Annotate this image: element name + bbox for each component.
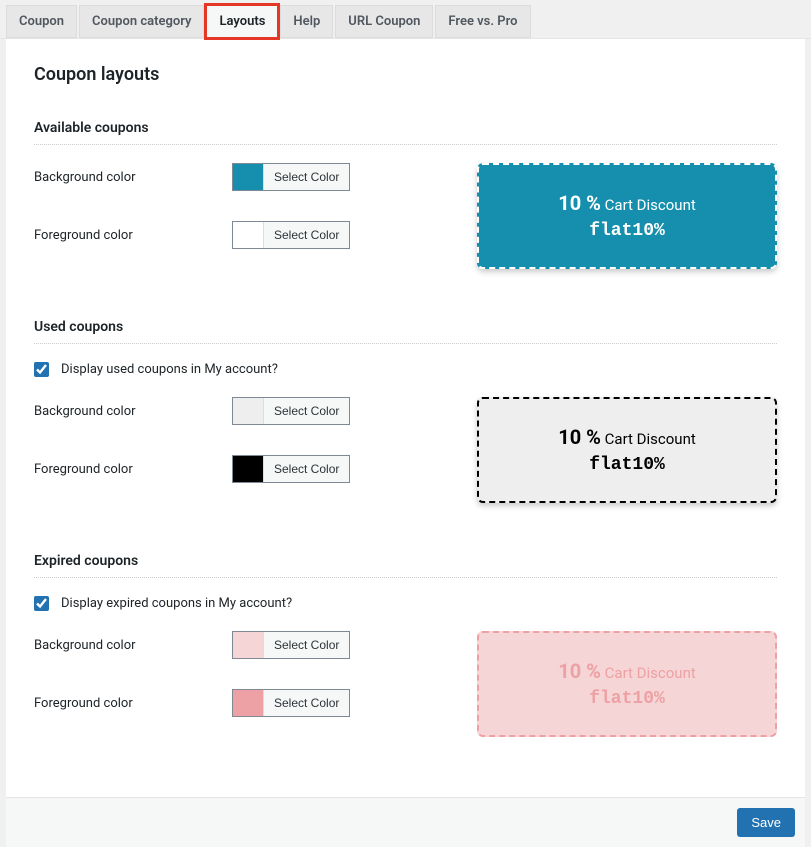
checkbox-expired: Display expired coupons in My account? bbox=[34, 596, 777, 611]
field-label: Foreground color bbox=[34, 696, 232, 711]
save-button[interactable]: Save bbox=[737, 808, 795, 837]
coupon-discount-text: Cart Discount bbox=[605, 664, 696, 682]
section-title-available: Available coupons bbox=[34, 120, 777, 145]
coupon-code: flat10% bbox=[489, 221, 765, 241]
tab-label: Coupon category bbox=[92, 14, 191, 29]
tabs-bar: Coupon Coupon category Layouts Help URL … bbox=[0, 0, 811, 39]
coupon-top-line: 10 % Cart Discount bbox=[489, 659, 765, 683]
section-title-used: Used coupons bbox=[34, 319, 777, 344]
color-swatch[interactable] bbox=[233, 164, 263, 190]
footer-bar: Save bbox=[6, 797, 805, 847]
field-used-bg: Background color Select Color bbox=[34, 397, 437, 425]
field-label: Background color bbox=[34, 170, 232, 185]
checkbox-label: Display used coupons in My account? bbox=[61, 362, 278, 377]
field-expired-bg: Background color Select Color bbox=[34, 631, 437, 659]
tab-layouts[interactable]: Layouts bbox=[206, 5, 278, 38]
settings-panel: Coupon layouts Available coupons Backgro… bbox=[6, 39, 805, 797]
color-swatch[interactable] bbox=[233, 632, 263, 658]
color-picker-expired-bg: Select Color bbox=[232, 631, 350, 659]
page-title: Coupon layouts bbox=[34, 64, 777, 85]
coupon-top-line: 10 % Cart Discount bbox=[489, 425, 765, 449]
tab-coupon-category[interactable]: Coupon category bbox=[79, 5, 204, 38]
field-label: Background color bbox=[34, 638, 232, 653]
section-expired: Expired coupons Display expired coupons … bbox=[34, 553, 777, 747]
tab-free-vs-pro[interactable]: Free vs. Pro bbox=[435, 5, 530, 38]
color-swatch[interactable] bbox=[233, 398, 263, 424]
select-color-button[interactable]: Select Color bbox=[263, 456, 349, 482]
coupon-top-line: 10 % Cart Discount bbox=[489, 191, 765, 215]
color-swatch[interactable] bbox=[233, 222, 263, 248]
coupon-code: flat10% bbox=[489, 689, 765, 709]
checkbox-display-expired[interactable] bbox=[34, 596, 49, 611]
tab-url-coupon[interactable]: URL Coupon bbox=[335, 5, 433, 38]
section-available: Available coupons Background color Selec… bbox=[34, 120, 777, 279]
tab-label: Free vs. Pro bbox=[448, 14, 517, 29]
color-swatch[interactable] bbox=[233, 456, 263, 482]
select-color-button[interactable]: Select Color bbox=[263, 398, 349, 424]
select-color-button[interactable]: Select Color bbox=[263, 690, 349, 716]
field-expired-fg: Foreground color Select Color bbox=[34, 689, 437, 717]
coupon-preview-available: 10 % Cart Discount flat10% bbox=[477, 163, 777, 269]
field-available-fg: Foreground color Select Color bbox=[34, 221, 437, 249]
coupon-code: flat10% bbox=[489, 455, 765, 475]
tab-help[interactable]: Help bbox=[280, 5, 333, 38]
coupon-discount-text: Cart Discount bbox=[605, 430, 696, 448]
section-used: Used coupons Display used coupons in My … bbox=[34, 319, 777, 513]
field-label: Foreground color bbox=[34, 462, 232, 477]
tab-label: Layouts bbox=[219, 14, 265, 29]
select-color-button[interactable]: Select Color bbox=[263, 164, 349, 190]
field-label: Foreground color bbox=[34, 228, 232, 243]
field-available-bg: Background color Select Color bbox=[34, 163, 437, 191]
coupon-percent: 10 % bbox=[558, 191, 601, 215]
color-picker-used-fg: Select Color bbox=[232, 455, 350, 483]
color-picker-used-bg: Select Color bbox=[232, 397, 350, 425]
color-picker-expired-fg: Select Color bbox=[232, 689, 350, 717]
tab-label: Help bbox=[293, 14, 320, 29]
checkbox-label: Display expired coupons in My account? bbox=[61, 596, 292, 611]
coupon-preview-expired: 10 % Cart Discount flat10% bbox=[477, 631, 777, 737]
color-picker-available-bg: Select Color bbox=[232, 163, 350, 191]
tab-coupon[interactable]: Coupon bbox=[6, 5, 77, 38]
checkbox-display-used[interactable] bbox=[34, 362, 49, 377]
coupon-percent: 10 % bbox=[558, 659, 601, 683]
tab-label: Coupon bbox=[19, 14, 64, 29]
coupon-discount-text: Cart Discount bbox=[605, 196, 696, 214]
coupon-percent: 10 % bbox=[558, 425, 601, 449]
select-color-button[interactable]: Select Color bbox=[263, 222, 349, 248]
checkbox-used: Display used coupons in My account? bbox=[34, 362, 777, 377]
select-color-button[interactable]: Select Color bbox=[263, 632, 349, 658]
field-label: Background color bbox=[34, 404, 232, 419]
field-used-fg: Foreground color Select Color bbox=[34, 455, 437, 483]
coupon-preview-used: 10 % Cart Discount flat10% bbox=[477, 397, 777, 503]
tab-label: URL Coupon bbox=[348, 14, 420, 29]
color-swatch[interactable] bbox=[233, 690, 263, 716]
color-picker-available-fg: Select Color bbox=[232, 221, 350, 249]
section-title-expired: Expired coupons bbox=[34, 553, 777, 578]
